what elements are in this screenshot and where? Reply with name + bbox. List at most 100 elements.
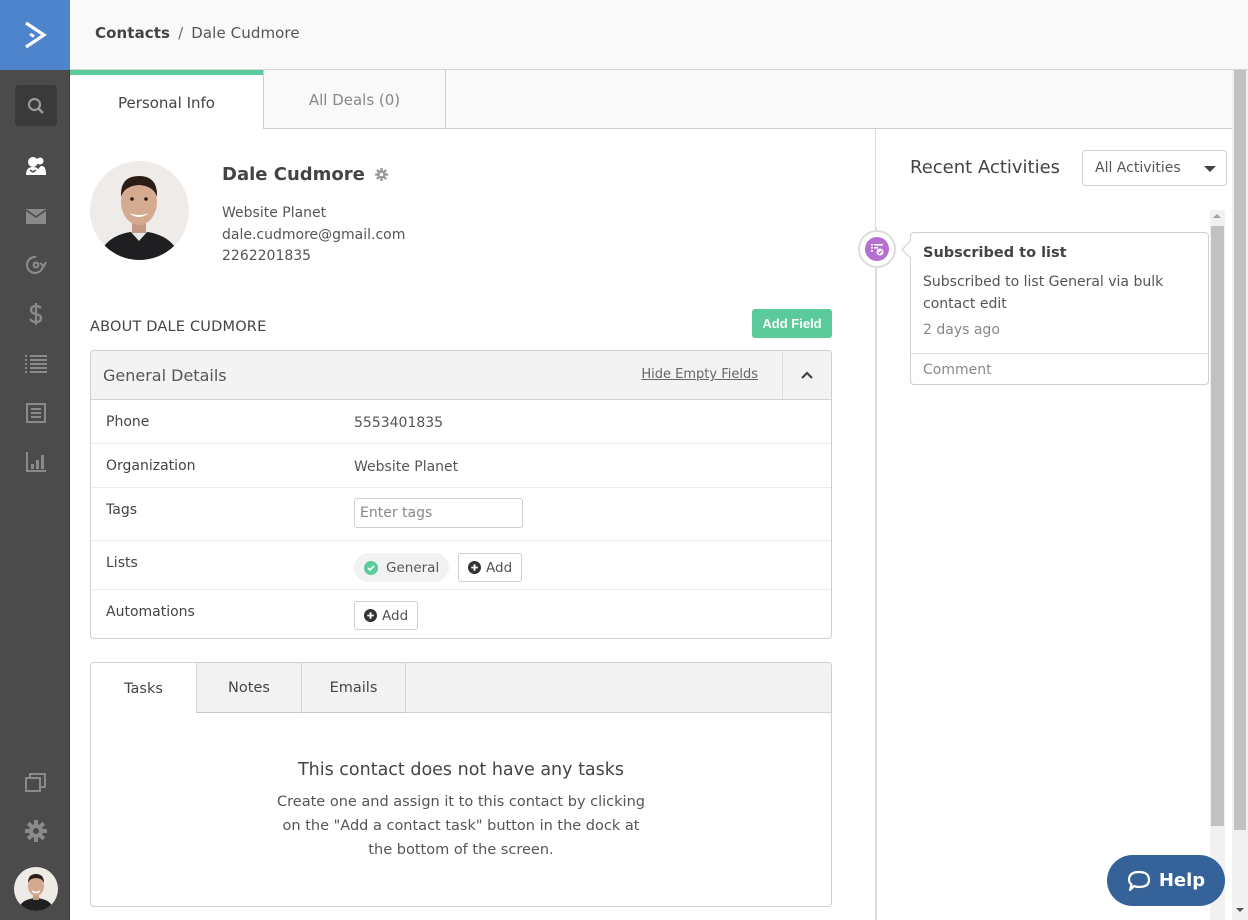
tab-notes[interactable]: Notes xyxy=(196,663,301,713)
activities-scrollbar[interactable] xyxy=(1210,210,1225,920)
field-label: Phone xyxy=(106,414,150,430)
page-scrollbar[interactable] xyxy=(1232,70,1248,920)
plus-circle-icon xyxy=(364,609,377,622)
activity-filter-value: All Activities xyxy=(1095,160,1181,176)
add-field-button[interactable]: Add Field xyxy=(752,309,832,338)
field-row-automations: Automations Add xyxy=(91,590,831,638)
activity-card: Subscribed to list Subscribed to list Ge… xyxy=(910,232,1209,385)
activity-comment-input[interactable]: Comment xyxy=(911,353,1208,385)
contact-name-row: Dale Cudmore xyxy=(222,164,388,185)
search-button[interactable] xyxy=(15,85,57,126)
list-icon xyxy=(25,355,47,373)
tab-emails[interactable]: Emails xyxy=(301,663,406,713)
sidebar-item-deals[interactable] xyxy=(22,300,50,328)
tab-tasks[interactable]: Tasks xyxy=(91,663,196,714)
tasks-empty-state: This contact does not have any tasks Cre… xyxy=(91,760,831,862)
field-row-tags: Tags xyxy=(91,488,831,541)
add-list-label: Add xyxy=(486,559,513,576)
empty-state-body: Create one and assign it to this contact… xyxy=(277,794,645,858)
activity-description: Subscribed to list General via bulk cont… xyxy=(923,274,1164,312)
scroll-down-arrow[interactable] xyxy=(1236,908,1244,912)
breadcrumb: Contacts / Dale Cudmore xyxy=(95,24,300,42)
list-subscribe-icon xyxy=(865,237,889,261)
empty-state-title: This contact does not have any tasks xyxy=(297,760,625,780)
breadcrumb-current: Dale Cudmore xyxy=(191,24,300,42)
scroll-up-arrow[interactable] xyxy=(1213,214,1221,218)
tags-input[interactable] xyxy=(354,498,523,528)
field-label: Tags xyxy=(106,502,137,518)
sidebar-item-lists[interactable] xyxy=(22,350,50,378)
search-icon xyxy=(27,97,44,114)
contact-tabs: Personal Info All Deals (0) xyxy=(70,70,1232,130)
brand-chevron-icon xyxy=(25,21,47,49)
settings-gear-icon[interactable] xyxy=(374,168,388,181)
plus-circle-icon xyxy=(468,561,481,574)
hide-empty-fields-link[interactable]: Hide Empty Fields xyxy=(641,367,758,382)
form-icon xyxy=(26,403,46,423)
sidebar xyxy=(0,0,70,920)
chevron-up-icon xyxy=(801,371,813,379)
add-list-button[interactable]: Add xyxy=(458,553,523,582)
contact-phone: 2262201835 xyxy=(222,248,312,264)
field-label: Organization xyxy=(106,458,196,474)
contact-main: Dale Cudmore Website Planet dale.cudmore… xyxy=(70,129,876,920)
contact-photo xyxy=(90,161,189,260)
app-root: Contacts / Dale Cudmore Personal Info All … xyxy=(0,0,1248,920)
timeline-line xyxy=(876,227,877,920)
logo[interactable] xyxy=(0,0,70,70)
check-circle-icon xyxy=(364,560,378,575)
envelope-icon xyxy=(26,208,46,224)
breadcrumb-separator: / xyxy=(178,24,184,42)
activity-time: 2 days ago xyxy=(923,322,1000,338)
breadcrumb-contacts-link[interactable]: Contacts xyxy=(95,24,170,42)
sidebar-item-settings[interactable] xyxy=(22,817,50,845)
dollar-icon xyxy=(29,303,43,325)
contact-email[interactable]: dale.cudmore@gmail.com xyxy=(222,225,405,247)
sidebar-item-apps[interactable] xyxy=(22,768,50,796)
tasks-tab-bar: Tasks Notes Emails xyxy=(91,663,831,714)
automation-cycle-icon xyxy=(25,255,47,274)
windows-icon xyxy=(25,773,46,792)
sidebar-item-automations[interactable] xyxy=(22,251,50,279)
activities-panel: Recent Activities All Activities Subscri… xyxy=(858,129,1232,920)
scrollbar-thumb[interactable] xyxy=(1211,226,1224,826)
help-label: Help xyxy=(1158,870,1206,891)
caret-down-icon xyxy=(1204,166,1216,172)
bar-chart-icon xyxy=(26,452,46,472)
add-automation-button[interactable]: Add xyxy=(354,601,419,630)
contacts-icon xyxy=(26,157,46,175)
tab-personal-info[interactable]: Personal Info xyxy=(70,70,263,130)
collapse-button[interactable] xyxy=(782,351,831,399)
list-chip-general[interactable]: General xyxy=(354,553,450,582)
add-automation-label: Add xyxy=(382,607,409,624)
activity-icon-badge xyxy=(858,230,896,268)
field-label: Lists xyxy=(106,555,138,571)
activity-filter-select[interactable]: All Activities xyxy=(1082,150,1227,186)
page-scrollbar-thumb[interactable] xyxy=(1234,70,1246,830)
user-photo xyxy=(14,867,58,911)
field-value-organization[interactable]: Website Planet xyxy=(354,459,458,475)
sidebar-item-reports[interactable] xyxy=(22,448,50,476)
sidebar-item-campaigns[interactable] xyxy=(22,202,50,230)
recent-activities-title: Recent Activities xyxy=(910,157,1061,178)
chat-bubble-icon xyxy=(1127,870,1150,891)
field-row-phone: Phone 5553401835 xyxy=(91,400,831,444)
help-button[interactable]: Help xyxy=(1107,855,1225,906)
tasks-panel: Tasks Notes Emails This contact does not… xyxy=(90,662,832,907)
field-row-lists: Lists General Add xyxy=(91,541,831,590)
contact-organization: Website Planet xyxy=(222,205,327,221)
list-chip-label: General xyxy=(386,559,440,576)
field-row-organization: Organization Website Planet xyxy=(91,444,831,488)
contact-name: Dale Cudmore xyxy=(222,164,365,185)
sidebar-item-contacts[interactable] xyxy=(22,152,50,180)
contact-summary: Website Planet dale.cudmore@gmail.com 22… xyxy=(222,203,405,268)
tab-all-deals[interactable]: All Deals (0) xyxy=(263,70,446,129)
user-avatar[interactable] xyxy=(14,867,58,911)
about-heading: ABOUT DALE CUDMORE xyxy=(90,319,267,335)
sidebar-item-forms[interactable] xyxy=(22,399,50,427)
general-details-header: General Details Hide Empty Fields xyxy=(91,351,831,400)
general-details-title: General Details xyxy=(103,366,227,385)
gear-icon xyxy=(25,820,47,842)
activity-title: Subscribed to list xyxy=(923,245,1067,261)
field-value-phone[interactable]: 5553401835 xyxy=(354,415,443,431)
